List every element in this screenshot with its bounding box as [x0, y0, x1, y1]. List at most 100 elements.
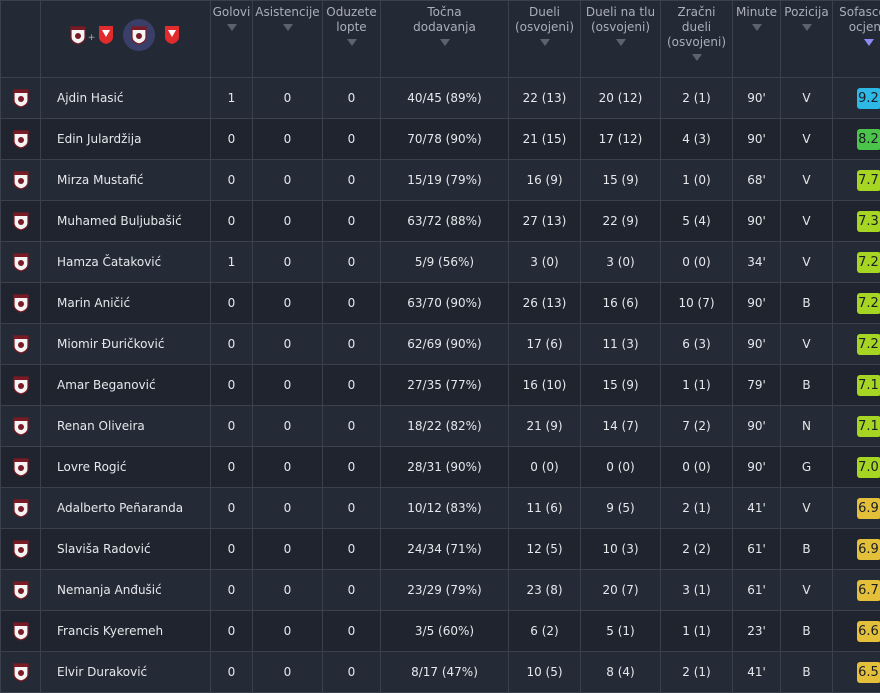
- table-row[interactable]: Elvir Duraković0008/17 (47%)10 (5)8 (4)2…: [1, 652, 880, 693]
- team-crest-icon: [13, 540, 29, 559]
- player-name[interactable]: Ajdin Hasić: [41, 78, 211, 119]
- stat-position: V: [781, 119, 833, 160]
- stat-position: V: [781, 201, 833, 242]
- stat-position: N: [781, 406, 833, 447]
- selected-team-button[interactable]: [123, 19, 155, 51]
- stat-ground-duels: 10 (3): [581, 529, 661, 570]
- stat-assists: 0: [253, 488, 323, 529]
- table-row[interactable]: Lovre Rogić00028/31 (90%)0 (0)0 (0)0 (0)…: [1, 447, 880, 488]
- stat-duels: 21 (9): [509, 406, 581, 447]
- column-header-aerial-duels[interactable]: Zračni dueli (osvojeni): [661, 1, 733, 78]
- rating-badge[interactable]: 7.1: [857, 416, 880, 437]
- stat-position: V: [781, 78, 833, 119]
- player-name[interactable]: Slaviša Radović: [41, 529, 211, 570]
- stat-passes: 23/29 (79%): [381, 570, 509, 611]
- column-header-assists[interactable]: Asistencije: [253, 1, 323, 78]
- table-row[interactable]: Hamza Čataković1005/9 (56%)3 (0)3 (0)0 (…: [1, 242, 880, 283]
- player-team-icon-cell: [1, 365, 41, 406]
- column-header-rating[interactable]: Sofascore ocjena: [833, 1, 880, 78]
- player-name[interactable]: Muhamed Buljubašić: [41, 201, 211, 242]
- player-name[interactable]: Miomir Đuričković: [41, 324, 211, 365]
- player-name[interactable]: Mirza Mustafić: [41, 160, 211, 201]
- stat-ground-duels: 22 (9): [581, 201, 661, 242]
- table-row[interactable]: Nemanja Anđušić00023/29 (79%)23 (8)20 (7…: [1, 570, 880, 611]
- column-header-ground-duels[interactable]: Dueli na tlu (osvojeni): [581, 1, 661, 78]
- player-name[interactable]: Adalberto Peñaranda: [41, 488, 211, 529]
- team-crest-icon[interactable]: [70, 26, 86, 45]
- player-name[interactable]: Renan Oliveira: [41, 406, 211, 447]
- table-row[interactable]: Miomir Đuričković00062/69 (90%)17 (6)11 …: [1, 324, 880, 365]
- rating-badge[interactable]: 6.7: [857, 580, 880, 601]
- stat-tackles: 0: [323, 201, 381, 242]
- stat-goals: 1: [211, 78, 253, 119]
- rating-badge[interactable]: 7.0: [857, 457, 880, 478]
- stat-tackles: 0: [323, 611, 381, 652]
- table-row[interactable]: Muhamed Buljubašić00063/72 (88%)27 (13)2…: [1, 201, 880, 242]
- sort-arrow-icon: [283, 24, 293, 31]
- stat-passes: 63/70 (90%): [381, 283, 509, 324]
- table-row[interactable]: Marin Aničić00063/70 (90%)26 (13)16 (6)1…: [1, 283, 880, 324]
- sort-arrow-icon: [802, 24, 812, 31]
- player-name[interactable]: Amar Beganović: [41, 365, 211, 406]
- stat-goals: 0: [211, 406, 253, 447]
- table-row[interactable]: Renan Oliveira00018/22 (82%)21 (9)14 (7)…: [1, 406, 880, 447]
- rating-badge[interactable]: 7.2: [857, 293, 880, 314]
- stat-assists: 0: [253, 324, 323, 365]
- column-header-goals[interactable]: Golovi: [211, 1, 253, 78]
- stat-ground-duels: 14 (7): [581, 406, 661, 447]
- column-header-minutes[interactable]: Minute: [733, 1, 781, 78]
- rating-badge[interactable]: 7.1: [857, 375, 880, 396]
- sort-arrow-icon: [440, 39, 450, 46]
- rating-badge[interactable]: 6.5: [857, 662, 880, 683]
- rating-badge[interactable]: 7.7: [857, 170, 880, 191]
- stat-aerial-duels: 1 (0): [661, 160, 733, 201]
- player-team-icon-cell: [1, 447, 41, 488]
- stat-assists: 0: [253, 447, 323, 488]
- stat-rating-cell: 7.0: [833, 447, 880, 488]
- stat-aerial-duels: 2 (1): [661, 652, 733, 693]
- column-header-tackles[interactable]: Oduzete lopte: [323, 1, 381, 78]
- player-name[interactable]: Francis Kyeremeh: [41, 611, 211, 652]
- table-row[interactable]: Edin Julardžija00070/78 (90%)21 (15)17 (…: [1, 119, 880, 160]
- rating-badge[interactable]: 9.2: [857, 88, 880, 109]
- stat-assists: 0: [253, 201, 323, 242]
- stat-duels: 23 (8): [509, 570, 581, 611]
- stat-goals: 0: [211, 611, 253, 652]
- player-stats-table: +: [0, 0, 880, 693]
- rating-badge[interactable]: 7.3: [857, 211, 880, 232]
- player-name[interactable]: Hamza Čataković: [41, 242, 211, 283]
- rating-badge[interactable]: 7.2: [857, 334, 880, 355]
- rating-badge[interactable]: 6.9: [857, 498, 880, 519]
- player-name[interactable]: Elvir Duraković: [41, 652, 211, 693]
- stat-assists: 0: [253, 78, 323, 119]
- table-row[interactable]: Mirza Mustafić00015/19 (79%)16 (9)15 (9)…: [1, 160, 880, 201]
- column-header-passes[interactable]: Točna dodavanja: [381, 1, 509, 78]
- opponent-crest-icon[interactable]: [163, 25, 181, 45]
- stat-goals: 1: [211, 242, 253, 283]
- player-name[interactable]: Edin Julardžija: [41, 119, 211, 160]
- player-name[interactable]: Nemanja Anđušić: [41, 570, 211, 611]
- opponent-crest-icon[interactable]: [97, 25, 115, 45]
- stat-aerial-duels: 2 (1): [661, 488, 733, 529]
- table-row[interactable]: Adalberto Peñaranda00010/12 (83%)11 (6)9…: [1, 488, 880, 529]
- table-row[interactable]: Slaviša Radović00024/34 (71%)12 (5)10 (3…: [1, 529, 880, 570]
- table-row[interactable]: Amar Beganović00027/35 (77%)16 (10)15 (9…: [1, 365, 880, 406]
- stat-aerial-duels: 6 (3): [661, 324, 733, 365]
- rating-badge[interactable]: 6.6: [857, 621, 880, 642]
- column-header-duels[interactable]: Dueli (osvojeni): [509, 1, 581, 78]
- stat-minutes: 90': [733, 406, 781, 447]
- player-name[interactable]: Lovre Rogić: [41, 447, 211, 488]
- column-header-position[interactable]: Pozicija: [781, 1, 833, 78]
- stat-ground-duels: 15 (9): [581, 160, 661, 201]
- player-team-icon-cell: [1, 242, 41, 283]
- rating-badge[interactable]: 8.2: [857, 129, 880, 150]
- team-crest-icon: [13, 294, 29, 313]
- rating-badge[interactable]: 6.9: [857, 539, 880, 560]
- stat-goals: 0: [211, 529, 253, 570]
- rating-badge[interactable]: 7.2: [857, 252, 880, 273]
- stat-rating-cell: 7.2: [833, 283, 880, 324]
- table-row[interactable]: Francis Kyeremeh0003/5 (60%)6 (2)5 (1)1 …: [1, 611, 880, 652]
- stat-passes: 3/5 (60%): [381, 611, 509, 652]
- player-name[interactable]: Marin Aničić: [41, 283, 211, 324]
- table-row[interactable]: Ajdin Hasić10040/45 (89%)22 (13)20 (12)2…: [1, 78, 880, 119]
